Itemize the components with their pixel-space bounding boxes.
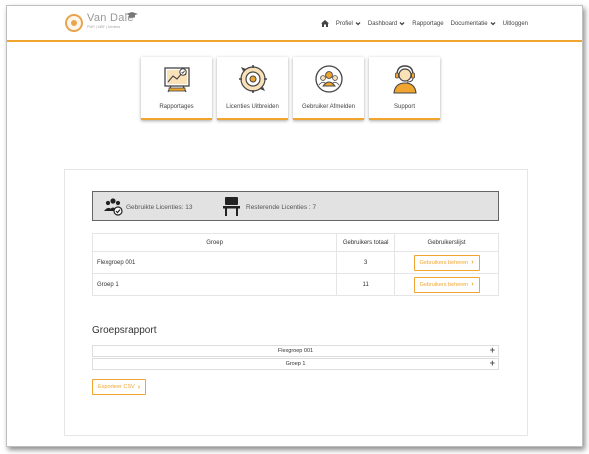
nav-uitloggen-label: Uitloggen bbox=[502, 20, 528, 27]
tile-gebruiker-afmelden-label: Gebruiker Afmelden bbox=[301, 104, 356, 110]
table-row: Flexgroep 001 3 Gebruikers beheren › bbox=[91, 251, 499, 274]
group-report-title: Groepsrapport bbox=[92, 325, 157, 336]
logo-subtitle: PMR | MBF | Adviesa bbox=[87, 25, 121, 29]
groups-table: Groep Gebruikers totaal Gebruikerslijst … bbox=[91, 233, 499, 296]
nav-rapportage[interactable]: Rapportage bbox=[412, 21, 443, 27]
refresh-gear-icon bbox=[238, 65, 267, 93]
logo-mark-icon bbox=[65, 14, 83, 32]
logo[interactable]: Van Dale PMR | MBF | Adviesa bbox=[65, 12, 145, 36]
column-header-gebruikerslijst: Gebruikerslijst bbox=[394, 233, 499, 252]
chevron-down-icon bbox=[399, 22, 405, 26]
export-csv-label: Exporteer CSV bbox=[98, 384, 135, 390]
group-name: Flexgroep 001 bbox=[91, 251, 338, 274]
accordion-label: Groep 1 bbox=[285, 361, 306, 367]
tile-gebruiker-afmelden[interactable]: Gebruiker Afmelden bbox=[293, 57, 364, 120]
nav-documentatie-label: Documentatie bbox=[450, 20, 488, 27]
tile-rapportages-label: Rapportages bbox=[159, 104, 194, 110]
headset-support-icon bbox=[392, 65, 417, 94]
group-name: Groep 1 bbox=[91, 273, 338, 296]
nav-profiel[interactable]: Profiel bbox=[336, 21, 361, 27]
users-circle-icon bbox=[314, 65, 343, 93]
group-total: 3 bbox=[336, 251, 396, 274]
chevron-down-icon bbox=[355, 22, 361, 26]
manage-users-label: Gebruikers beheren bbox=[419, 259, 469, 266]
nav-dashboard-label: Dashboard bbox=[367, 20, 398, 27]
table-row: Groep 1 11 Gebruikers beheren › bbox=[91, 273, 499, 296]
top-header: Van Dale PMR | MBF | Adviesa Profiel Das… bbox=[7, 6, 582, 42]
tile-licenties-uitbreiden[interactable]: Licenties Uitbreiden bbox=[217, 57, 288, 120]
column-header-groep: Groep bbox=[91, 233, 338, 252]
chevron-right-icon: › bbox=[471, 281, 474, 288]
graduation-cap-icon bbox=[126, 12, 138, 18]
column-header-gebruikers-totaal: Gebruikers totaal bbox=[336, 233, 396, 252]
home-icon bbox=[320, 20, 329, 27]
main-nav: Profiel Dashboard Rapportage Documentati… bbox=[320, 20, 528, 27]
manage-users-button[interactable]: Gebruikers beheren › bbox=[413, 276, 480, 293]
nav-profiel-label: Profiel bbox=[335, 20, 353, 27]
plus-icon: + bbox=[489, 358, 495, 368]
accordion-item-groep-1[interactable]: Groep 1 + bbox=[92, 358, 499, 370]
plus-icon: + bbox=[489, 345, 495, 355]
manage-users-label: Gebruikers beheren bbox=[419, 281, 469, 288]
license-summary-bar: Gebruikte Licenties: 13 Resterende Licen… bbox=[92, 191, 499, 221]
tile-support-label: Support bbox=[393, 104, 415, 110]
chair-icon bbox=[223, 197, 240, 216]
app-window: Van Dale PMR | MBF | Adviesa Profiel Das… bbox=[6, 5, 583, 447]
remaining-licenses-text: Resterende Licenties : 7 bbox=[246, 204, 317, 211]
nav-uitloggen[interactable]: Uitloggen bbox=[503, 21, 528, 27]
nav-home[interactable] bbox=[320, 20, 329, 27]
accordion-label: Flexgroep 001 bbox=[277, 348, 314, 354]
nav-dashboard[interactable]: Dashboard bbox=[368, 21, 405, 27]
users-check-icon bbox=[104, 198, 123, 216]
used-licenses-text: Gebruikte Licenties: 13 bbox=[126, 204, 193, 211]
nav-documentatie[interactable]: Documentatie bbox=[451, 21, 496, 27]
quick-action-tiles: Rapportages Licenties Uitbreiden Gebruik… bbox=[141, 57, 440, 120]
chevron-down-icon bbox=[490, 22, 496, 26]
chevron-right-icon: › bbox=[471, 259, 474, 266]
export-csv-button[interactable]: Exporteer CSV › bbox=[92, 379, 147, 395]
tile-rapportages[interactable]: Rapportages bbox=[141, 57, 212, 120]
manage-users-button[interactable]: Gebruikers beheren › bbox=[413, 254, 480, 271]
accordion-item-flexgroep[interactable]: Flexgroep 001 + bbox=[92, 345, 499, 357]
tile-licenties-uitbreiden-label: Licenties Uitbreiden bbox=[226, 104, 279, 110]
table-header-row: Groep Gebruikers totaal Gebruikerslijst bbox=[91, 233, 499, 252]
chevron-right-icon: › bbox=[137, 383, 141, 391]
license-card: Gebruikte Licenties: 13 Resterende Licen… bbox=[64, 169, 528, 436]
report-board-icon bbox=[163, 67, 190, 93]
group-total: 11 bbox=[336, 273, 396, 296]
tile-support[interactable]: Support bbox=[369, 57, 440, 120]
nav-rapportage-label: Rapportage bbox=[412, 20, 444, 27]
